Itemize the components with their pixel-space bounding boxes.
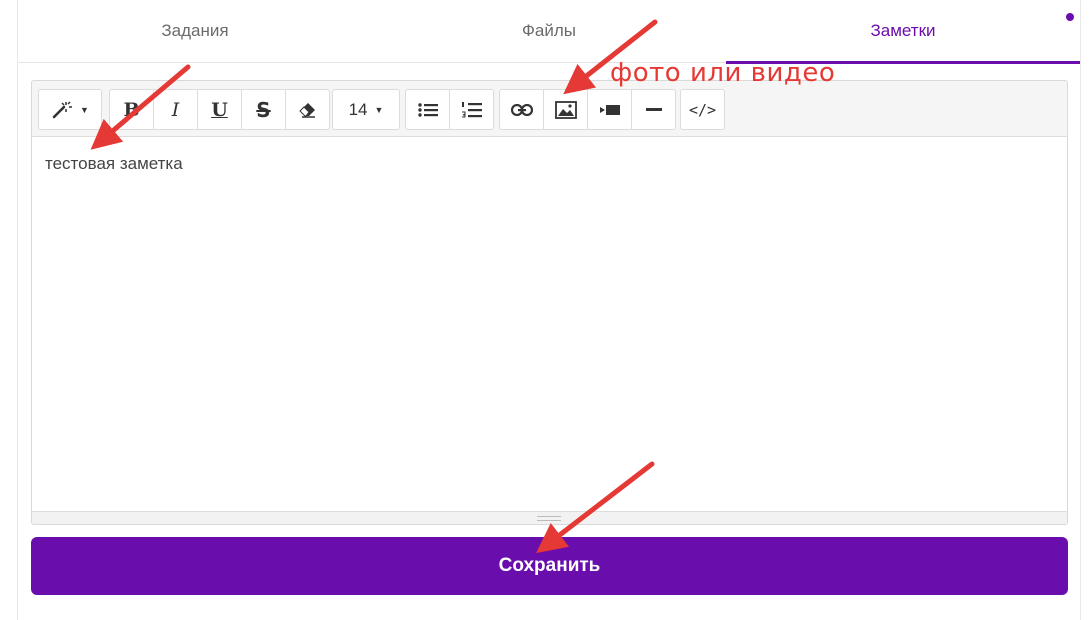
annotation-label: фото или видео — [610, 58, 836, 88]
bold-button[interactable]: B — [110, 90, 154, 129]
tab-tasks[interactable]: Задания — [18, 0, 372, 62]
chevron-down-icon: ▼ — [374, 104, 384, 115]
format-group: B I U S — [109, 89, 330, 130]
font-size-value: 14 — [348, 99, 368, 119]
image-icon — [554, 100, 577, 119]
save-button[interactable]: Сохранить — [31, 537, 1068, 595]
notes-panel: Задания Файлы Заметки ▼ B I U S 14 ▼ </>… — [17, 0, 1081, 620]
bulleted-list-icon — [417, 102, 438, 118]
italic-icon: I — [171, 98, 180, 121]
chevron-down-icon: ▼ — [80, 104, 89, 115]
eraser-icon — [298, 102, 317, 118]
list-group — [405, 89, 494, 130]
font-size-group: 14 ▼ — [332, 89, 400, 130]
code-view-button[interactable]: </> — [681, 90, 724, 129]
strikethrough-button[interactable]: S — [242, 90, 286, 129]
style-dropdown-button[interactable]: ▼ — [39, 90, 101, 129]
insert-image-button[interactable] — [544, 90, 588, 129]
tab-bar: Задания Файлы Заметки — [18, 0, 1080, 64]
clear-format-button[interactable] — [286, 90, 329, 129]
editor-toolbar: ▼ B I U S 14 ▼ </> — [32, 81, 1067, 137]
tab-notes[interactable]: Заметки — [726, 0, 1080, 64]
font-size-dropdown[interactable]: 14 ▼ — [333, 90, 399, 129]
tab-files[interactable]: Файлы — [372, 0, 726, 62]
underline-button[interactable]: U — [198, 90, 242, 129]
video-icon — [599, 103, 621, 117]
numbered-list-button[interactable] — [450, 90, 493, 129]
numbered-list-icon — [461, 101, 482, 119]
editor-resize-bar[interactable] — [32, 511, 1067, 524]
horizontal-rule-icon — [645, 107, 662, 112]
insert-video-button[interactable] — [588, 90, 632, 129]
code-view-icon: </> — [688, 100, 717, 119]
link-icon — [510, 103, 533, 116]
note-content[interactable]: тестовая заметка — [45, 154, 183, 174]
code-group: </> — [680, 89, 725, 130]
rich-text-editor: ▼ B I U S 14 ▼ </> тестовая заметка — [31, 80, 1068, 525]
underline-icon: U — [211, 98, 228, 121]
italic-button[interactable]: I — [154, 90, 198, 129]
notification-dot — [1066, 13, 1074, 21]
bulleted-list-button[interactable] — [406, 90, 450, 129]
bold-icon: B — [123, 98, 140, 121]
horizontal-rule-button[interactable] — [632, 90, 675, 129]
style-group: ▼ — [38, 89, 102, 130]
strikethrough-icon: S — [256, 97, 271, 122]
resize-grip-icon — [537, 516, 561, 521]
insert-link-button[interactable] — [500, 90, 544, 129]
magic-wand-icon — [51, 100, 73, 119]
insert-group — [499, 89, 676, 130]
